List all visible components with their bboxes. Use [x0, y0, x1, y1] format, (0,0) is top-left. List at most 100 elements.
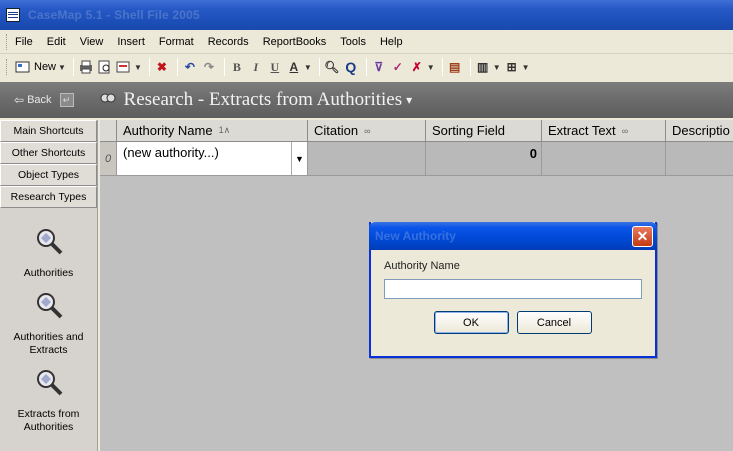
- column-header-citation[interactable]: Citation ∞: [308, 120, 426, 142]
- cancel-button[interactable]: Cancel: [516, 311, 592, 334]
- column-header-authority-name[interactable]: Authority Name 1∧: [117, 120, 308, 142]
- dialog-title-bar[interactable]: New Authority ✕: [369, 222, 657, 250]
- menu-help[interactable]: Help: [380, 36, 403, 48]
- chevron-down-icon: ▼: [303, 62, 312, 72]
- row-selector[interactable]: 0: [100, 142, 117, 176]
- filter-button[interactable]: ⊽: [371, 57, 387, 77]
- print-preview-button[interactable]: [97, 57, 113, 77]
- menu-insert[interactable]: Insert: [117, 36, 145, 48]
- magnifier-icon: [33, 367, 65, 402]
- filter-icon: ⊽: [374, 60, 384, 74]
- research-types-button[interactable]: Research Types: [0, 186, 97, 208]
- export-button[interactable]: ▤: [447, 57, 463, 77]
- column-header-sorting-field[interactable]: Sorting Field: [426, 120, 542, 142]
- search-icon: Q: [345, 59, 357, 75]
- navigation-bar: ⇦ Back ↵ Research - Extracts from Author…: [0, 82, 733, 118]
- ok-button[interactable]: OK: [433, 311, 509, 334]
- authority-name-label: Authority Name: [384, 260, 460, 272]
- filter-clear-button[interactable]: ✗ ▼: [409, 57, 435, 77]
- filter-tag-button[interactable]: ✓: [390, 57, 406, 77]
- back-button[interactable]: ⇦ Back: [14, 93, 52, 107]
- toolbar-separator: [318, 58, 320, 76]
- zoom-button[interactable]: 🔍︎: [324, 57, 340, 77]
- menu-records[interactable]: Records: [208, 36, 249, 48]
- italic-button[interactable]: I: [248, 57, 264, 77]
- redo-button[interactable]: ↷: [201, 57, 217, 77]
- title-bar: CaseMap 5.1 - Shell File 2005: [0, 0, 733, 30]
- column-label: Citation: [314, 123, 359, 138]
- app-icon: [6, 8, 20, 22]
- font-color-button[interactable]: A ▼: [286, 57, 312, 77]
- column-header-extract-text[interactable]: Extract Text ∞: [542, 120, 666, 142]
- underline-button[interactable]: U: [267, 57, 283, 77]
- shortcut-pane: Main Shortcuts Other Shortcuts Object Ty…: [0, 120, 98, 451]
- chevron-down-icon: ▼: [492, 62, 501, 72]
- other-shortcuts-button[interactable]: Other Shortcuts: [0, 142, 97, 164]
- research-type-authorities[interactable]: Authorities: [0, 226, 97, 280]
- link-icon: ∞: [364, 125, 371, 136]
- link-icon: ∞: [621, 125, 629, 136]
- row-selector-header[interactable]: [100, 120, 117, 142]
- research-type-label: Authorities: [23, 267, 74, 279]
- research-type-authorities-and-extracts[interactable]: Authorities and Extracts: [0, 290, 97, 357]
- toolbar: New ▼ ▼ ✖ ↶ ↷ B I U A ▼ 🔍︎ Q ⊽ ✓ ✗ ▼ ▤ ▥…: [0, 54, 733, 80]
- search-button[interactable]: Q: [343, 57, 359, 77]
- column-label: Extract Text: [548, 123, 616, 138]
- new-button[interactable]: New ▼: [15, 57, 66, 77]
- undo-button[interactable]: ↶: [182, 57, 198, 77]
- report-button[interactable]: ▼: [116, 57, 142, 77]
- description-cell[interactable]: [666, 142, 733, 176]
- main-shortcuts-button[interactable]: Main Shortcuts: [0, 120, 97, 142]
- font-color-icon: A: [289, 60, 299, 74]
- chevron-down-icon: ▼: [426, 62, 435, 72]
- column-header-description[interactable]: Descriptio: [666, 120, 733, 142]
- extract-text-cell[interactable]: [542, 142, 666, 176]
- columns-button[interactable]: ▥ ▼: [475, 57, 501, 77]
- toolbar-separator: [176, 58, 178, 76]
- sort-ascending-icon: 1∧: [218, 125, 231, 135]
- table-row[interactable]: 0 (new authority...) ▼ 0: [100, 142, 733, 176]
- outline-icon: ⊞: [506, 60, 517, 74]
- menu-reportbooks[interactable]: ReportBooks: [263, 36, 327, 48]
- menu-view[interactable]: View: [80, 36, 104, 48]
- columns-icon: ▥: [477, 60, 489, 74]
- zoom-icon: 🔍︎: [324, 60, 340, 74]
- column-label: Descriptio: [672, 123, 730, 138]
- forward-button[interactable]: ↵: [59, 93, 74, 107]
- sorting-field-cell[interactable]: 0: [426, 142, 542, 176]
- delete-button[interactable]: ✖: [154, 57, 170, 77]
- underline-icon: U: [270, 59, 280, 74]
- view-title-text: Research - Extracts from Authorities: [123, 89, 403, 110]
- toolbar-separator: [72, 58, 74, 76]
- menu-file[interactable]: File: [15, 36, 33, 48]
- toolbar-separator: [365, 58, 367, 76]
- authority-name-input[interactable]: [384, 279, 642, 299]
- magnifier-icon: [33, 226, 65, 261]
- close-button[interactable]: ✕: [632, 225, 653, 247]
- menu-format[interactable]: Format: [159, 36, 194, 48]
- menu-tools[interactable]: Tools: [340, 36, 366, 48]
- menu-edit[interactable]: Edit: [47, 36, 66, 48]
- report-icon: [116, 59, 132, 75]
- authority-name-cell[interactable]: (new authority...) ▼: [117, 142, 308, 176]
- window-title: CaseMap 5.1 - Shell File 2005: [28, 8, 200, 22]
- column-label: Sorting Field: [432, 123, 505, 138]
- toolbar-separator: [469, 58, 471, 76]
- object-types-button[interactable]: Object Types: [0, 164, 97, 186]
- column-label: Authority Name: [123, 123, 213, 138]
- redo-icon: ↷: [203, 60, 214, 74]
- menu-grip: [6, 33, 9, 50]
- view-title[interactable]: Research - Extracts from Authorities ▾: [100, 89, 412, 111]
- print-button[interactable]: [78, 57, 94, 77]
- print-preview-icon: [97, 59, 113, 75]
- filter-tag-icon: ✓: [392, 60, 403, 74]
- new-record-icon: [15, 59, 31, 75]
- research-type-extracts-from-authorities[interactable]: Extracts from Authorities: [0, 367, 97, 434]
- close-icon: ✕: [636, 227, 649, 244]
- printer-icon: [78, 59, 94, 75]
- outline-button[interactable]: ⊞ ▼: [504, 57, 530, 77]
- back-arrow-icon: ⇦: [14, 93, 25, 107]
- chevron-down-icon[interactable]: ▼: [291, 142, 307, 175]
- citation-cell[interactable]: [308, 142, 426, 176]
- bold-button[interactable]: B: [229, 57, 245, 77]
